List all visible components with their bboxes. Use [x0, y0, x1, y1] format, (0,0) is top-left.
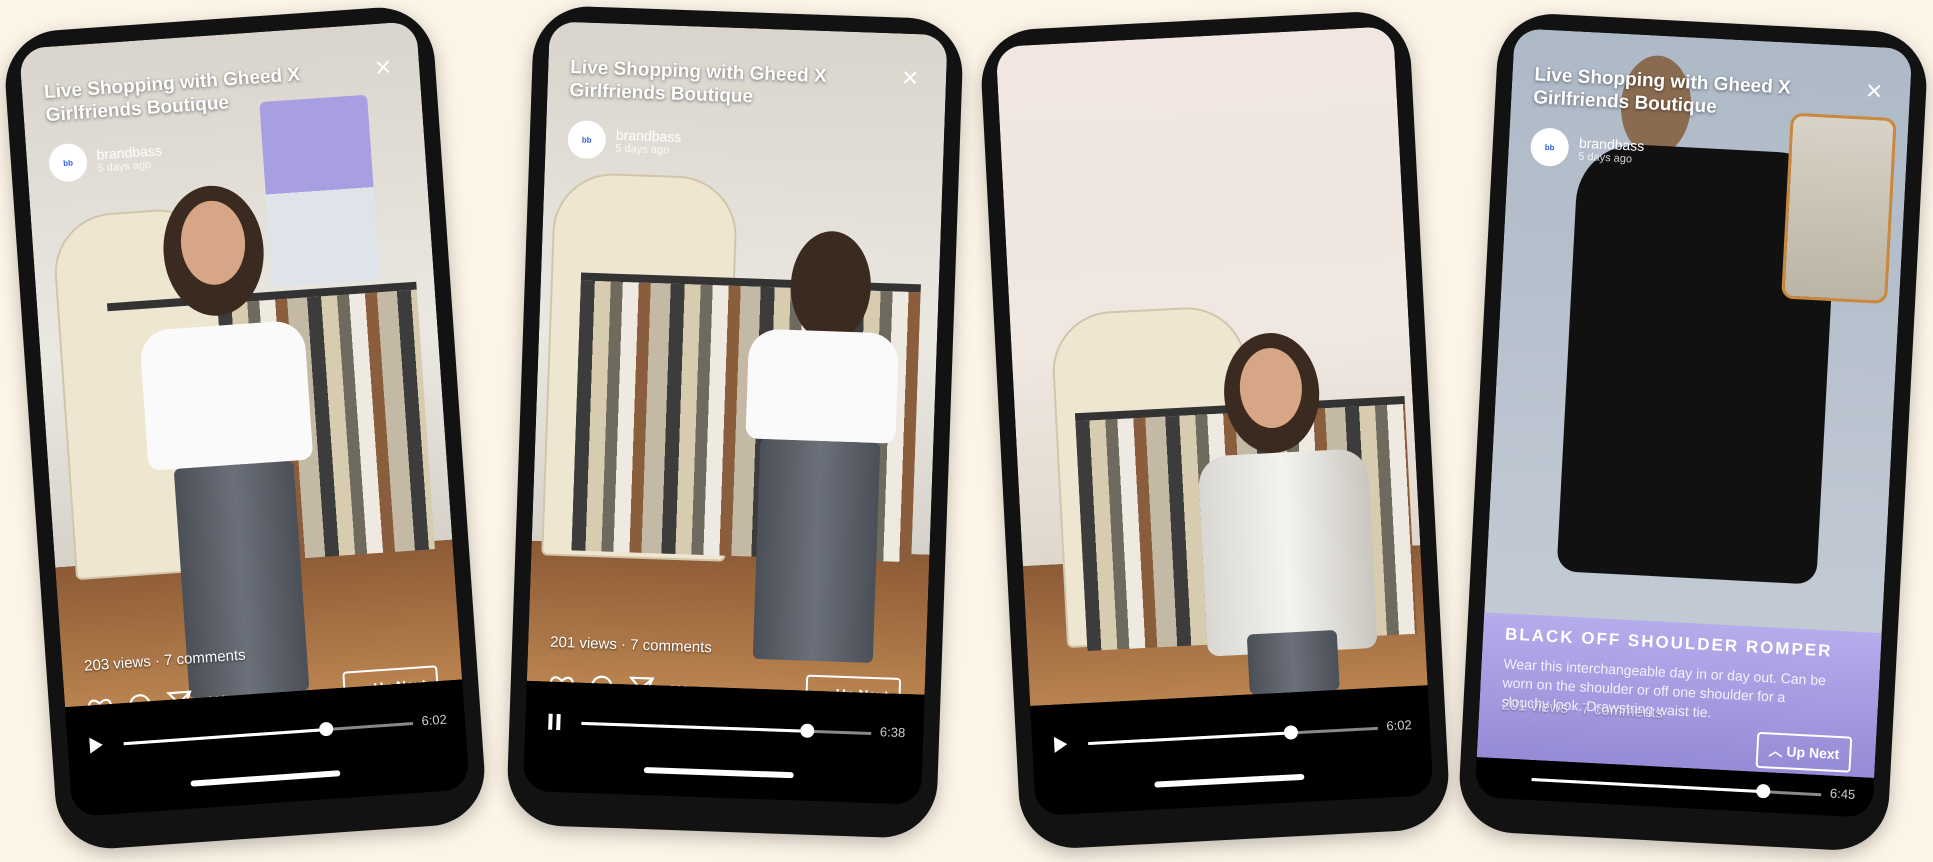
- phone-4: BLACK OFF SHOULDER ROMPER Wear this inte…: [1456, 11, 1930, 853]
- presenter-pip[interactable]: [1781, 112, 1897, 304]
- progress-track[interactable]: [1088, 725, 1378, 746]
- progress-fill: [581, 721, 808, 733]
- progress-fill: [123, 728, 327, 746]
- progress-knob[interactable]: [1283, 725, 1299, 740]
- pause-icon[interactable]: [547, 714, 562, 730]
- brand-avatar[interactable]: bb: [1529, 127, 1570, 168]
- video-screen[interactable]: BLACK OFF SHOULDER ROMPER Wear this inte…: [1474, 28, 1913, 818]
- home-indicator[interactable]: [1154, 773, 1305, 788]
- progress-knob[interactable]: [800, 723, 815, 738]
- brand-avatar[interactable]: bb: [567, 120, 607, 160]
- video-screen[interactable]: 6:02: [995, 26, 1434, 816]
- duration-label: 6:02: [1386, 717, 1413, 734]
- brand-avatar[interactable]: bb: [47, 142, 89, 183]
- post-time: 5 days ago: [615, 142, 670, 157]
- progress-track[interactable]: [581, 721, 872, 738]
- home-indicator[interactable]: [190, 770, 341, 787]
- home-indicator[interactable]: [643, 767, 794, 779]
- phone-3: 6:02: [978, 9, 1452, 851]
- progress-knob[interactable]: [318, 721, 334, 737]
- play-icon[interactable]: [89, 736, 104, 754]
- close-icon[interactable]: ×: [896, 62, 925, 94]
- duration-label: 6:38: [879, 724, 906, 741]
- progress-knob[interactable]: [1755, 783, 1771, 799]
- up-next-label: Up Next: [1786, 743, 1840, 763]
- brand-row[interactable]: bb brandbass 5 days ago: [1529, 127, 1645, 171]
- player-controls: 6:02: [1030, 685, 1434, 816]
- player-controls: 6:38: [522, 680, 925, 805]
- progress-fill: [1088, 731, 1292, 746]
- up-next-button[interactable]: ︿ Up Next: [1755, 731, 1853, 773]
- video-frame: [995, 26, 1428, 707]
- phone-2: Live Shopping with Gheed X Girlfriends B…: [505, 4, 965, 840]
- brand-row[interactable]: bb brandbass 5 days ago: [567, 120, 682, 162]
- duration-label: 6:45: [1829, 785, 1856, 802]
- phone-1: Live Shopping with Gheed X Girlfriends B…: [1, 4, 489, 852]
- play-icon[interactable]: [1053, 736, 1068, 753]
- video-screen[interactable]: Live Shopping with Gheed X Girlfriends B…: [19, 21, 470, 817]
- progress-track[interactable]: [123, 721, 414, 746]
- chevron-up-icon: ︿: [1768, 742, 1787, 760]
- close-icon[interactable]: ×: [1859, 75, 1888, 107]
- progress-track[interactable]: [1531, 778, 1822, 799]
- duration-label: 6:02: [421, 711, 448, 729]
- brand-row[interactable]: bb brandbass 5 days ago: [47, 137, 164, 183]
- video-screen[interactable]: Live Shopping with Gheed X Girlfriends B…: [522, 21, 948, 805]
- close-icon[interactable]: ×: [368, 51, 398, 83]
- product-card[interactable]: [259, 94, 380, 287]
- progress-fill: [1531, 778, 1764, 794]
